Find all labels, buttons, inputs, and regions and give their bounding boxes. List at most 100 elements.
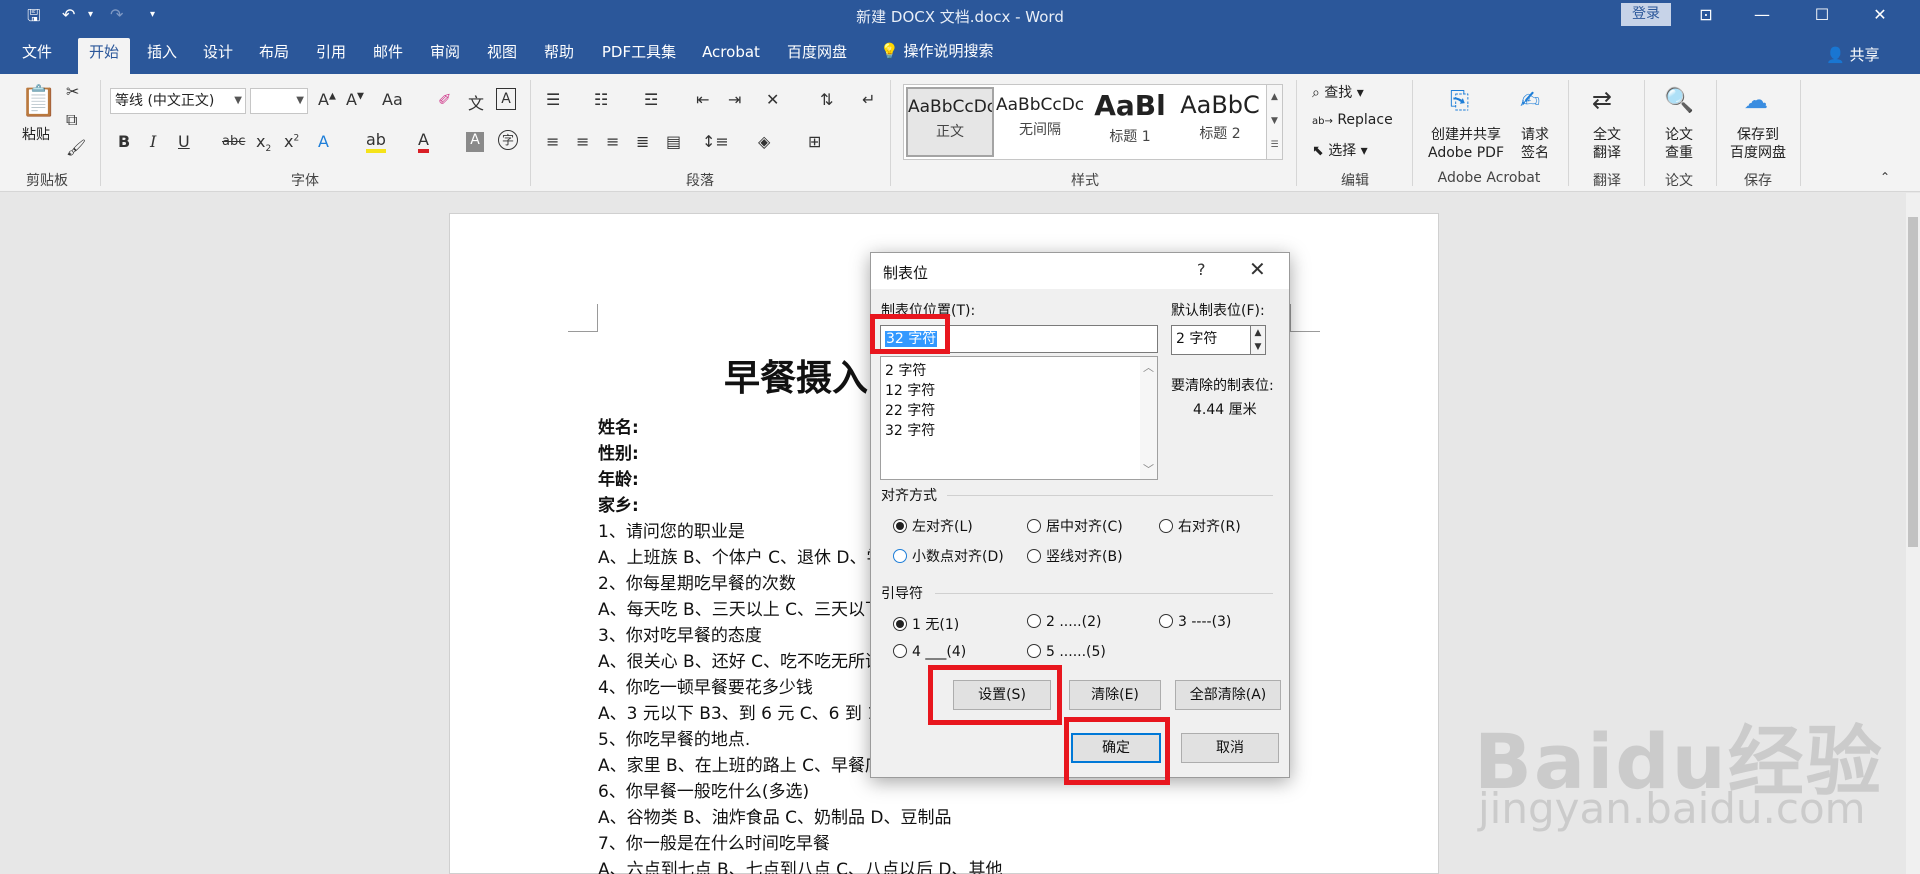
tab-stop-item[interactable]: 12 字符 — [885, 380, 935, 400]
tab-design[interactable]: 设计 — [194, 38, 242, 74]
clear-formatting-icon[interactable]: ✐ — [438, 90, 451, 109]
leader-middot-radio[interactable]: 5 ......(5) — [1027, 644, 1106, 660]
italic-icon[interactable]: I — [150, 132, 156, 151]
asian-layout-icon[interactable]: ✕ — [766, 90, 779, 109]
align-center-radio[interactable]: 居中对齐(C) — [1027, 516, 1123, 536]
text-effects-icon[interactable]: A — [318, 132, 329, 151]
align-center-icon[interactable]: ≡ — [576, 132, 589, 151]
tab-references[interactable]: 引用 — [308, 38, 354, 74]
format-painter-icon[interactable]: 🖌 — [66, 138, 86, 157]
copy-icon[interactable]: ⧉ — [66, 110, 77, 130]
tab-pdf-tools[interactable]: PDF工具集 — [596, 38, 682, 74]
list-scrollbar[interactable]: ︿ ﹀ — [1140, 357, 1157, 479]
font-color-icon[interactable]: A — [418, 130, 429, 153]
align-right-icon[interactable]: ≡ — [606, 132, 619, 151]
tab-help[interactable]: 帮助 — [536, 38, 582, 74]
align-decimal-radio[interactable]: 小数点对齐(D) — [893, 546, 1004, 566]
increase-indent-icon[interactable]: ⇥ — [728, 90, 741, 109]
font-name-combo[interactable]: 等线 (中文正文) ▼ — [110, 88, 246, 114]
shading-icon[interactable]: ◈ — [758, 132, 770, 151]
find-button[interactable]: ⌕ 查找 ▾ — [1312, 82, 1364, 102]
scroll-up-icon[interactable]: ︿ — [1143, 359, 1154, 375]
request-signature-icon[interactable]: ✍ — [1520, 86, 1540, 114]
create-pdf-icon[interactable]: ⎘ — [1450, 86, 1469, 114]
clear-all-button[interactable]: 全部清除(A) — [1175, 680, 1281, 710]
tab-acrobat[interactable]: Acrobat — [696, 38, 766, 74]
sort-icon[interactable]: ⇅ — [820, 90, 833, 109]
align-left-icon[interactable]: ≡ — [546, 132, 559, 151]
style-normal[interactable]: AaBbCcDc 正文 — [906, 87, 994, 157]
select-button[interactable]: ⬉ 选择 ▾ — [1312, 140, 1368, 160]
align-bar-radio[interactable]: 竖线对齐(B) — [1027, 546, 1123, 566]
login-button[interactable]: 登录 — [1621, 3, 1671, 26]
tell-me-search[interactable]: 💡 操作说明搜索 — [880, 40, 993, 61]
style-heading-1[interactable]: AaBl 标题 1 — [1086, 87, 1174, 157]
tab-stop-item[interactable]: 22 字符 — [885, 400, 935, 420]
paste-label[interactable]: 粘贴 — [22, 124, 50, 144]
line-spacing-icon[interactable]: ↕≡ — [702, 132, 729, 151]
cut-icon[interactable]: ✂ — [66, 82, 79, 101]
full-text-translate-button[interactable]: 全文 翻译 — [1586, 126, 1628, 162]
replace-button[interactable]: ab→ Replace — [1312, 112, 1393, 128]
tab-home[interactable]: 开始 — [78, 38, 130, 74]
maximize-icon[interactable]: ☐ — [1802, 2, 1842, 28]
vertical-scrollbar[interactable] — [1906, 193, 1920, 874]
close-icon[interactable]: ✕ — [1249, 257, 1266, 281]
style-heading-2[interactable]: AaBbC 标题 2 — [1176, 87, 1264, 157]
tab-review[interactable]: 审阅 — [422, 38, 468, 74]
tab-baidu-netdisk[interactable]: 百度网盘 — [782, 38, 852, 74]
ribbon-display-options-icon[interactable]: ⊡ — [1686, 2, 1726, 28]
minimize-icon[interactable]: — — [1742, 2, 1782, 28]
leader-dots-radio[interactable]: 2 .....(2) — [1027, 614, 1101, 630]
enclose-characters-icon[interactable]: 字 — [498, 130, 518, 150]
style-no-spacing[interactable]: AaBbCcDc 无间隔 — [996, 87, 1084, 157]
numbering-icon[interactable]: ☷ — [594, 90, 608, 109]
underline-icon[interactable]: U — [178, 132, 190, 151]
subscript-icon[interactable]: x2 — [256, 132, 271, 154]
highlight-color-icon[interactable]: ab — [366, 130, 386, 153]
character-shading-icon[interactable]: A — [466, 132, 484, 152]
scrollbar-thumb[interactable] — [1908, 217, 1918, 547]
styles-scroll[interactable]: ▲ ▼ ☰ — [1266, 85, 1282, 159]
close-icon[interactable]: ✕ — [1860, 2, 1900, 28]
scroll-down-icon[interactable]: ﹀ — [1143, 461, 1154, 477]
baidu-netdisk-icon[interactable]: ☁ — [1744, 86, 1768, 114]
spin-up-icon[interactable]: ▲ — [1251, 326, 1265, 340]
superscript-icon[interactable]: x2 — [284, 132, 299, 151]
cancel-button[interactable]: 取消 — [1181, 733, 1279, 763]
tab-view[interactable]: 视图 — [479, 38, 525, 74]
request-signature-button[interactable]: 请求 签名 — [1516, 126, 1554, 162]
spin-down-icon[interactable]: ▼ — [1251, 340, 1265, 354]
tab-insert[interactable]: 插入 — [138, 38, 186, 74]
align-right-radio[interactable]: 右对齐(R) — [1159, 516, 1241, 536]
tab-stop-item[interactable]: 32 字符 — [885, 420, 935, 440]
decrease-indent-icon[interactable]: ⇤ — [696, 90, 709, 109]
character-border-icon[interactable]: A — [496, 88, 516, 110]
justify-icon[interactable]: ≣ — [636, 132, 649, 151]
tab-stop-item[interactable]: 2 字符 — [885, 360, 926, 380]
leader-none-radio[interactable]: 1 无(1) — [893, 614, 959, 634]
tab-stops-list[interactable]: 2 字符 12 字符 22 字符 32 字符 ︿ ﹀ — [880, 356, 1158, 480]
translate-icon[interactable]: ⇄ — [1592, 86, 1612, 114]
paper-check-button[interactable]: 论文 查重 — [1658, 126, 1700, 162]
tab-file[interactable]: 文件 — [14, 38, 60, 74]
align-left-radio[interactable]: 左对齐(L) — [893, 516, 973, 536]
paste-icon[interactable]: 📋 — [20, 84, 57, 119]
share-button[interactable]: 👤 共享 — [1826, 44, 1879, 65]
create-share-pdf-button[interactable]: 创建并共享 Adobe PDF — [1424, 126, 1508, 162]
default-tab-spinner[interactable]: ▲ ▼ — [1250, 325, 1266, 355]
save-to-netdisk-button[interactable]: 保存到 百度网盘 — [1724, 126, 1792, 162]
tab-layout[interactable]: 布局 — [250, 38, 298, 74]
clear-button[interactable]: 清除(E) — [1069, 680, 1161, 710]
tab-mailings[interactable]: 邮件 — [365, 38, 411, 74]
leader-underline-radio[interactable]: 4 ___(4) — [893, 644, 966, 660]
leader-dashes-radio[interactable]: 3 ----(3) — [1159, 614, 1231, 630]
bullets-icon[interactable]: ☰ — [546, 90, 560, 109]
paper-check-icon[interactable]: 🔍 — [1664, 86, 1694, 114]
distributed-icon[interactable]: ▤ — [666, 132, 681, 151]
phonetic-guide-icon[interactable]: 文 — [468, 90, 484, 114]
bold-icon[interactable]: B — [118, 132, 130, 151]
borders-icon[interactable]: ⊞ — [808, 132, 821, 151]
font-size-combo[interactable]: ▼ — [250, 88, 308, 114]
help-button[interactable]: ? — [1197, 260, 1206, 279]
